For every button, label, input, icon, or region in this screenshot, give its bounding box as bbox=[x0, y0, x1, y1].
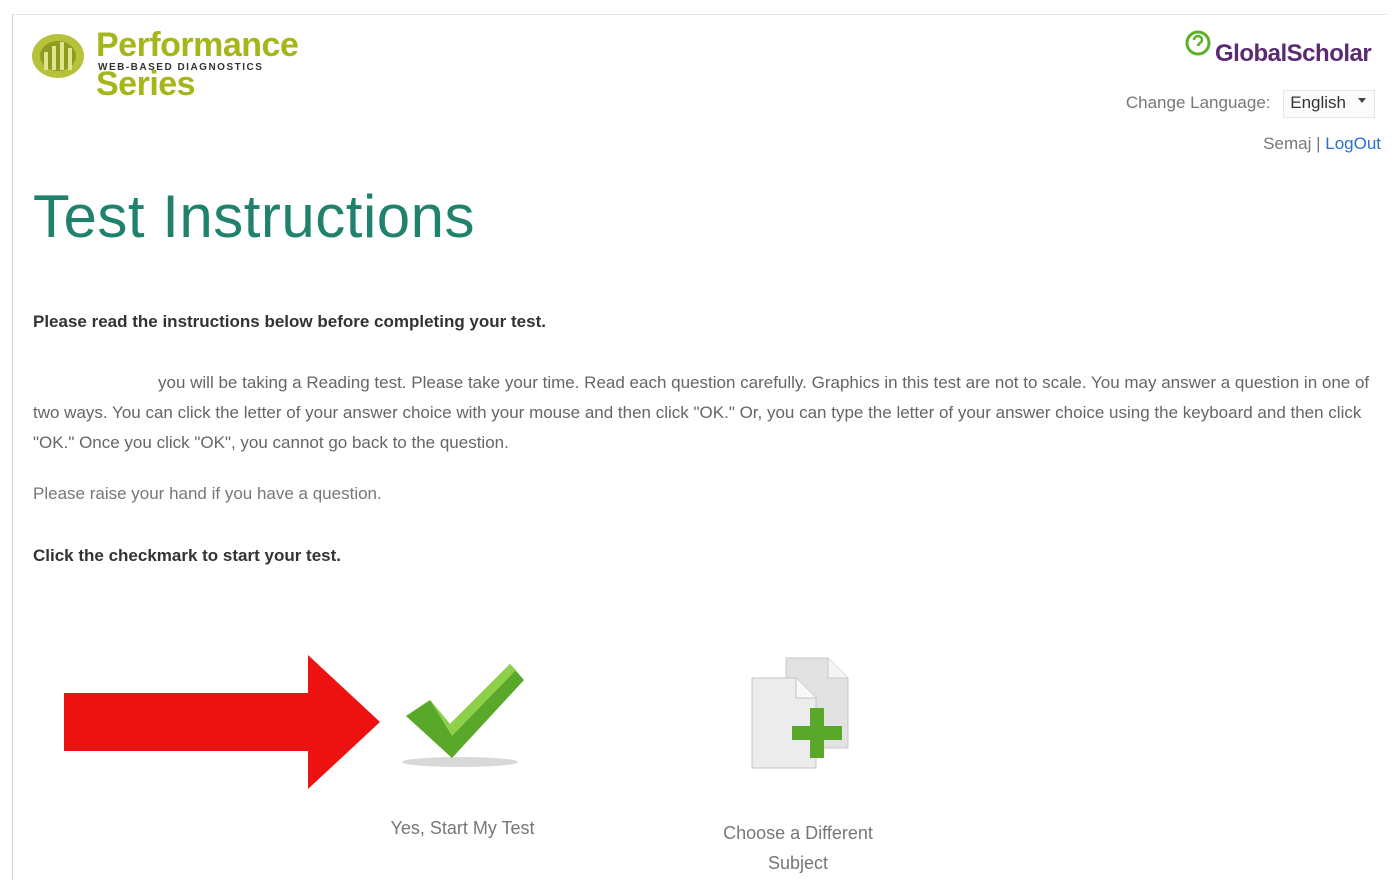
performance-series-logo[interactable]: Performance Series WEB-BASED DIAGNOSTICS bbox=[30, 22, 390, 103]
different-subject-label: Choose a Different Subject bbox=[723, 823, 873, 873]
instructions-body: you will be taking a Reading test. Pleas… bbox=[33, 373, 1370, 452]
add-document-icon bbox=[751, 657, 849, 769]
username: Semaj bbox=[1263, 134, 1312, 153]
globalscholar-logo: GlobalScholar bbox=[1185, 28, 1375, 68]
start-test-button[interactable]: Yes, Start My Test bbox=[370, 650, 555, 850]
language-switcher: Change Language: English bbox=[1126, 90, 1375, 118]
separator: | bbox=[1316, 134, 1321, 153]
globalscholar-text: GlobalScholar bbox=[1215, 40, 1372, 67]
different-subject-button[interactable]: Choose a Different Subject bbox=[700, 650, 896, 875]
language-selected-value: English bbox=[1290, 93, 1346, 112]
start-prompt: Click the checkmark to start your test. bbox=[33, 546, 342, 565]
globalscholar-icon bbox=[1185, 30, 1211, 56]
logo-icon bbox=[32, 34, 84, 78]
start-test-label: Yes, Start My Test bbox=[390, 818, 535, 838]
page-title: Test Instructions bbox=[33, 183, 476, 250]
language-label: Change Language: bbox=[1125, 93, 1271, 112]
chevron-down-icon bbox=[1358, 98, 1366, 103]
language-select[interactable]: English bbox=[1283, 90, 1375, 118]
instructions-lead: Please read the instructions below befor… bbox=[33, 312, 546, 331]
red-arrow-icon bbox=[64, 655, 380, 789]
logout-link[interactable]: LogOut bbox=[1325, 134, 1381, 153]
raise-hand-text: Please raise your hand if you have a que… bbox=[33, 484, 382, 503]
brand-tagline: WEB-BASED DIAGNOSTICS bbox=[98, 62, 264, 73]
checkmark-icon bbox=[402, 664, 524, 767]
user-bar: Semaj | LogOut bbox=[1263, 134, 1381, 154]
